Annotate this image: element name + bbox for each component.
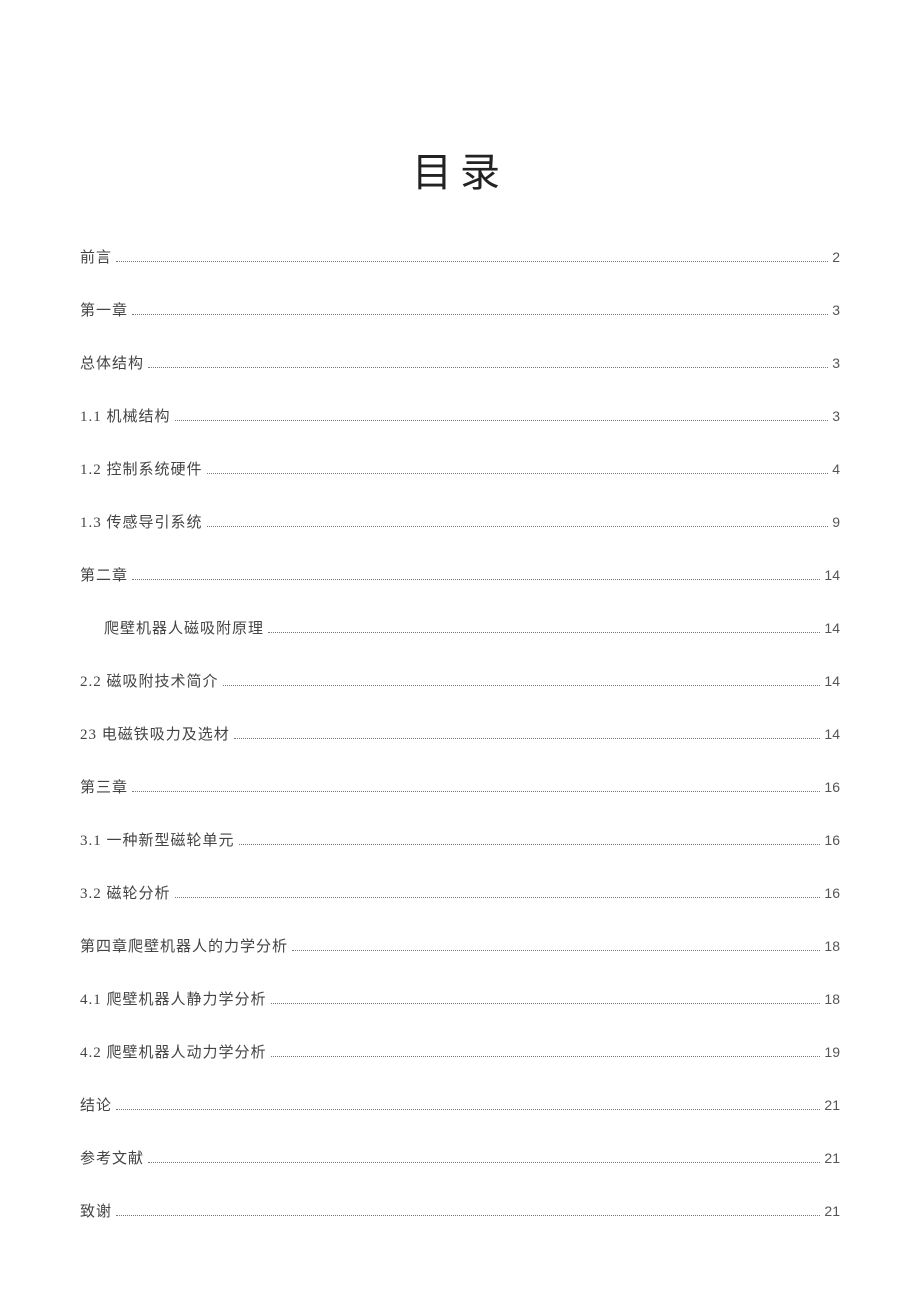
toc-dots bbox=[271, 1003, 821, 1004]
toc-page: 16 bbox=[824, 778, 840, 798]
toc-label: 1.2 控制系统硬件 bbox=[80, 460, 203, 481]
toc-label: 参考文献 bbox=[80, 1149, 144, 1170]
toc-label: 总体结构 bbox=[80, 354, 144, 375]
toc-list: 前言 2 第一章 3 总体结构 3 1.1 机械结构 3 1.2 控制系统硬件 4 1.3… bbox=[80, 248, 840, 1223]
toc-label: 致谢 bbox=[80, 1202, 112, 1223]
toc-page: 18 bbox=[824, 990, 840, 1010]
toc-page: 14 bbox=[824, 672, 840, 692]
toc-page: 3 bbox=[832, 301, 840, 321]
toc-label: 3.1 一种新型磁轮单元 bbox=[80, 831, 235, 852]
toc-label: 第三章 bbox=[80, 778, 128, 799]
toc-item: 总体结构 3 bbox=[80, 354, 840, 375]
toc-dots bbox=[132, 579, 820, 580]
toc-label: 4.1 爬壁机器人静力学分析 bbox=[80, 990, 267, 1011]
toc-label: 结论 bbox=[80, 1096, 112, 1117]
toc-page: 9 bbox=[832, 513, 840, 533]
toc-page: 14 bbox=[824, 619, 840, 639]
toc-item: 第二章 14 bbox=[80, 566, 840, 587]
toc-dots bbox=[207, 473, 829, 474]
toc-label: 3.2 磁轮分析 bbox=[80, 884, 171, 905]
toc-label: 前言 bbox=[80, 248, 112, 269]
toc-item: 1.1 机械结构 3 bbox=[80, 407, 840, 428]
toc-label: 第四章爬壁机器人的力学分析 bbox=[80, 937, 288, 958]
toc-item: 爬壁机器人磁吸附原理 14 bbox=[80, 619, 840, 640]
toc-label: 爬壁机器人磁吸附原理 bbox=[104, 619, 264, 640]
toc-item: 1.2 控制系统硬件 4 bbox=[80, 460, 840, 481]
toc-item: 3.2 磁轮分析 16 bbox=[80, 884, 840, 905]
toc-page: 14 bbox=[824, 566, 840, 586]
toc-title: 目录 bbox=[80, 140, 840, 198]
toc-dots bbox=[268, 632, 820, 633]
toc-item: 结论 21 bbox=[80, 1096, 840, 1117]
toc-page: 16 bbox=[824, 884, 840, 904]
toc-dots bbox=[223, 685, 821, 686]
toc-page: 14 bbox=[824, 725, 840, 745]
toc-page: 21 bbox=[824, 1149, 840, 1169]
toc-item: 3.1 一种新型磁轮单元 16 bbox=[80, 831, 840, 852]
toc-dots bbox=[116, 261, 828, 262]
toc-item: 参考文献 21 bbox=[80, 1149, 840, 1170]
toc-dots bbox=[234, 738, 821, 739]
toc-dots bbox=[207, 526, 829, 527]
toc-label: 2.2 磁吸附技术简介 bbox=[80, 672, 219, 693]
toc-dots bbox=[292, 950, 820, 951]
toc-label: 第二章 bbox=[80, 566, 128, 587]
toc-dots bbox=[148, 367, 828, 368]
toc-page: 21 bbox=[824, 1096, 840, 1116]
toc-dots bbox=[175, 420, 829, 421]
toc-label: 23 电磁铁吸力及选材 bbox=[80, 725, 230, 746]
toc-item: 23 电磁铁吸力及选材 14 bbox=[80, 725, 840, 746]
toc-item: 前言 2 bbox=[80, 248, 840, 269]
toc-dots bbox=[132, 791, 820, 792]
toc-item: 第四章爬壁机器人的力学分析 18 bbox=[80, 937, 840, 958]
toc-dots bbox=[116, 1109, 820, 1110]
toc-label: 4.2 爬壁机器人动力学分析 bbox=[80, 1043, 267, 1064]
toc-dots bbox=[271, 1056, 821, 1057]
toc-page: 2 bbox=[832, 248, 840, 268]
toc-page: 18 bbox=[824, 937, 840, 957]
toc-item: 4.1 爬壁机器人静力学分析 18 bbox=[80, 990, 840, 1011]
toc-item: 1.3 传感导引系统 9 bbox=[80, 513, 840, 534]
toc-page: 19 bbox=[824, 1043, 840, 1063]
toc-dots bbox=[148, 1162, 820, 1163]
toc-item: 致谢 21 bbox=[80, 1202, 840, 1223]
toc-item: 4.2 爬壁机器人动力学分析 19 bbox=[80, 1043, 840, 1064]
toc-page: 4 bbox=[832, 460, 840, 480]
toc-page: 3 bbox=[832, 407, 840, 427]
toc-page: 16 bbox=[824, 831, 840, 851]
toc-label: 第一章 bbox=[80, 301, 128, 322]
toc-page: 21 bbox=[824, 1202, 840, 1222]
toc-dots bbox=[175, 897, 821, 898]
toc-dots bbox=[116, 1215, 820, 1216]
toc-label: 1.1 机械结构 bbox=[80, 407, 171, 428]
toc-page: 3 bbox=[832, 354, 840, 374]
toc-dots bbox=[239, 844, 821, 845]
toc-item: 第三章 16 bbox=[80, 778, 840, 799]
toc-item: 第一章 3 bbox=[80, 301, 840, 322]
toc-label: 1.3 传感导引系统 bbox=[80, 513, 203, 534]
toc-item: 2.2 磁吸附技术简介 14 bbox=[80, 672, 840, 693]
toc-dots bbox=[132, 314, 828, 315]
